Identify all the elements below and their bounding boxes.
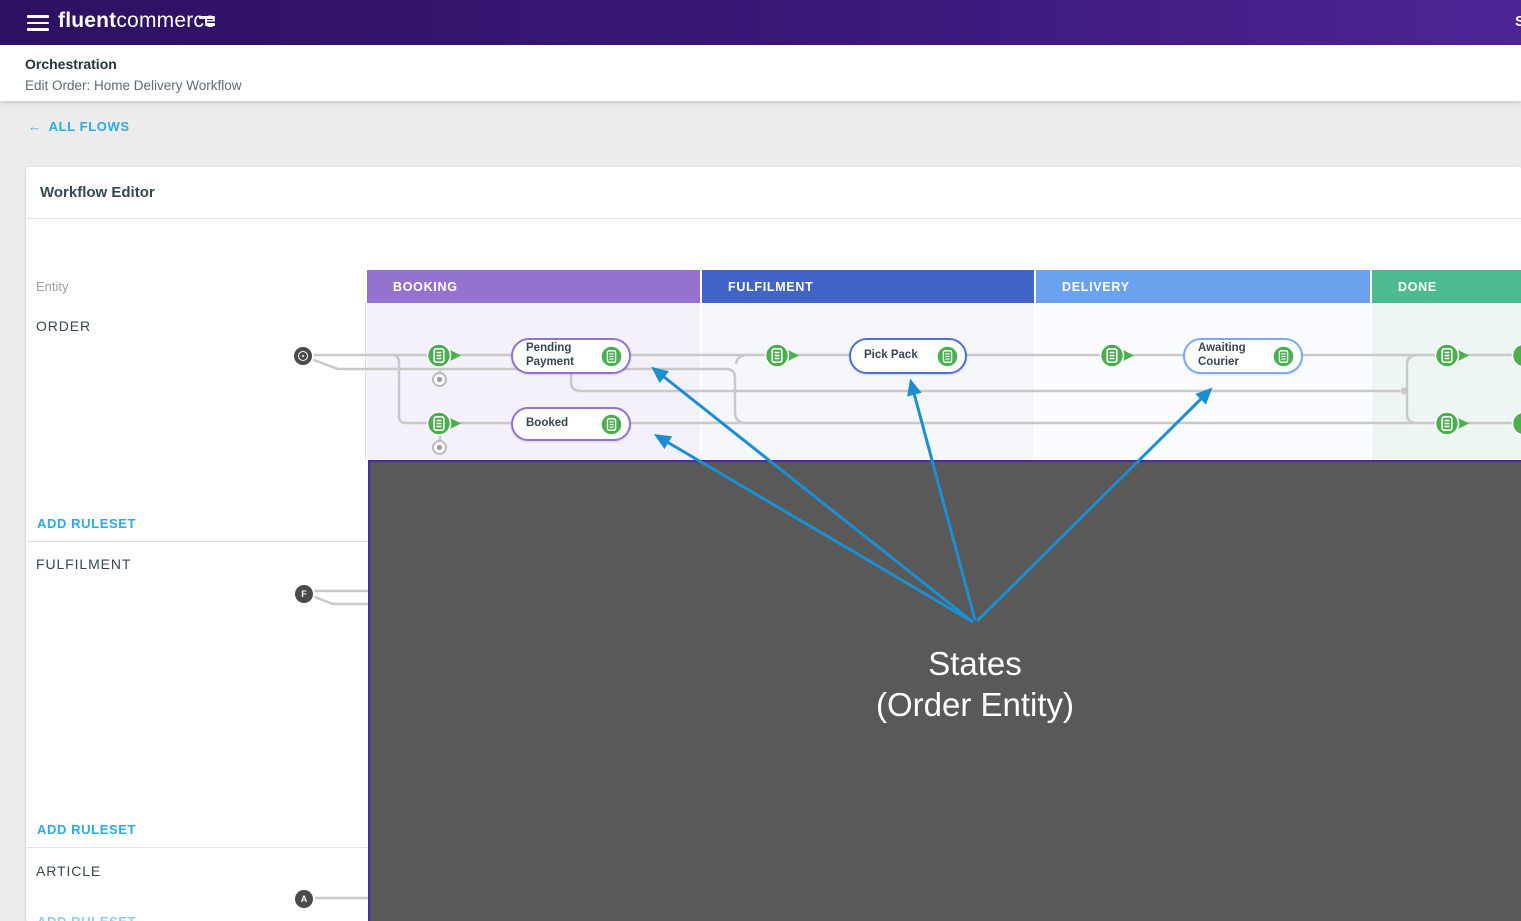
annotation-caption: States (Order Entity) (795, 643, 1155, 725)
ruleset-icon[interactable] (426, 342, 466, 369)
entity-column-border (365, 303, 366, 460)
event-icon[interactable] (432, 372, 447, 387)
topbar-cutoff-text: S (1515, 13, 1521, 30)
page-header-bar: Orchestration Edit Order: Home Delivery … (0, 45, 1521, 101)
track-delivery (1036, 303, 1370, 460)
state-node-booked[interactable]: Booked (511, 407, 631, 441)
ruleset-icon[interactable] (1434, 410, 1474, 437)
fulfilment-start-letter: F (301, 589, 307, 599)
phase-header-done: DONE (1372, 270, 1521, 303)
fulfilment-start-icon[interactable]: F (295, 585, 313, 603)
ruleset-icon[interactable] (600, 413, 623, 436)
brand-logo[interactable]: fluentcommerce (58, 9, 216, 33)
state-node-pending-payment[interactable]: Pending Payment (511, 338, 631, 374)
hamburger-menu-icon[interactable] (27, 15, 49, 31)
state-node-awaiting-courier[interactable]: Awaiting Courier (1183, 338, 1303, 374)
phase-header-booking: BOOKING (367, 270, 700, 303)
entity-row-fulfilment-label: FULFILMENT (36, 556, 131, 572)
annotation-line1: States (795, 643, 1155, 684)
order-start-bullseye-icon[interactable] (294, 347, 312, 365)
row-divider (27, 541, 368, 542)
entity-column-header: Entity (26, 270, 365, 303)
article-start-icon[interactable]: A (295, 890, 313, 908)
state-label: Booked (526, 417, 600, 431)
ruleset-icon[interactable] (1511, 342, 1521, 369)
state-node-pick-pack[interactable]: Pick Pack (849, 338, 967, 374)
ruleset-icon[interactable] (1272, 345, 1295, 368)
ruleset-icon[interactable] (426, 410, 466, 437)
row-divider (27, 847, 368, 848)
annotation-line2: (Order Entity) (795, 684, 1155, 725)
ruleset-icon[interactable] (600, 345, 623, 368)
track-fulfilment (702, 303, 1034, 460)
brand-logo-mark-icon (199, 16, 215, 28)
back-link-label: ALL FLOWS (49, 119, 130, 134)
add-ruleset-button-article[interactable]: ADD RULESET (37, 914, 136, 921)
breadcrumb-section: Orchestration (25, 56, 117, 72)
state-label: Pick Pack (864, 349, 936, 363)
add-ruleset-button-fulfilment[interactable]: ADD RULESET (37, 822, 136, 837)
back-arrow-icon: ← (28, 119, 42, 134)
entity-row-article-label: ARTICLE (36, 863, 101, 879)
card-title: Workflow Editor (40, 184, 155, 201)
state-label: Awaiting Courier (1198, 342, 1272, 370)
page-title: Edit Order: Home Delivery Workflow (25, 78, 242, 93)
state-label: Pending Payment (526, 342, 600, 370)
card-divider (26, 218, 1521, 219)
entity-row-order-label: ORDER (36, 318, 91, 334)
workflow-editor-page: fluentcommerce S Orchestration Edit Orde… (0, 0, 1521, 921)
ruleset-icon[interactable] (1511, 410, 1521, 437)
ruleset-icon[interactable] (1434, 342, 1474, 369)
ruleset-icon[interactable] (764, 342, 804, 369)
all-flows-back-link[interactable]: ← ALL FLOWS (28, 119, 130, 134)
add-ruleset-button-order[interactable]: ADD RULESET (37, 516, 136, 531)
top-app-bar: fluentcommerce S (0, 0, 1521, 45)
brand-bold: fluent (58, 9, 116, 32)
article-start-letter: A (301, 894, 308, 904)
ruleset-icon[interactable] (1099, 342, 1139, 369)
phase-header-fulfilment: FULFILMENT (702, 270, 1034, 303)
event-icon[interactable] (432, 440, 447, 455)
phase-header-delivery: DELIVERY (1036, 270, 1370, 303)
ruleset-icon[interactable] (936, 345, 959, 368)
